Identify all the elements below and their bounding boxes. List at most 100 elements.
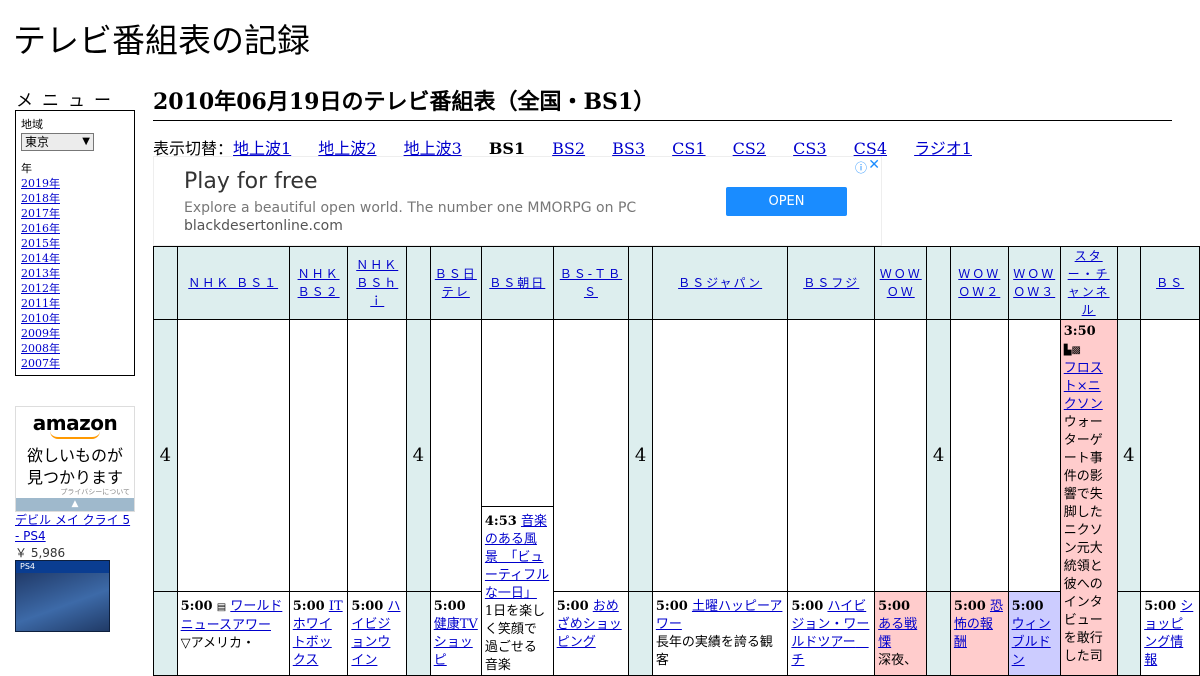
channel-header[interactable]: ＮＨＫ ＢＳ１ [188, 276, 278, 290]
year-link[interactable]: 2012年 [21, 282, 60, 295]
empty-slot [949, 318, 1009, 593]
year-link[interactable]: 2007年 [21, 357, 60, 370]
site-title: テレビ番組表の記録 [13, 21, 310, 60]
program-time: 5:00 [1011, 599, 1044, 615]
menu-panel: 地域 東京 ▼ 年 2019年 2018年 2017年 2016年 2015年 … [15, 110, 135, 376]
chevron-up-icon[interactable]: ▲ [16, 498, 134, 511]
year-link[interactable]: 2013年 [21, 267, 60, 280]
program-cell: 5:00 ある戦慄 深夜、 [874, 591, 928, 676]
hour-cell: 4 [153, 318, 178, 593]
program-desc: ▽アメリカ・ [180, 636, 255, 652]
region-select[interactable]: 東京 ▼ [21, 133, 94, 151]
program-time: 5:00 [292, 599, 325, 615]
empty-slot [787, 318, 876, 593]
region-value: 東京 [25, 135, 50, 149]
hour-cell: 4 [926, 318, 951, 593]
menu-title: メニュー [16, 91, 120, 111]
program-title[interactable]: ある戦慄 [878, 617, 917, 650]
channel-header[interactable]: スター・チャンネル [1068, 249, 1110, 317]
channel-header[interactable]: ＮＨＫ ＢＳｈｉ [356, 258, 398, 308]
page-heading: 2010年06月19日のテレビ番組表（全国・BS1） [153, 84, 1172, 121]
hour-row: 4 4 4 4 3:50 ▙▩ フロスト×ニクソン ウォーターゲート事件の影響で… [153, 318, 1200, 676]
program-desc: 深夜、 [878, 653, 918, 669]
year-link[interactable]: 2011年 [21, 297, 60, 310]
region-label: 地域 [21, 118, 43, 131]
stereo-icon: ▩ [1071, 345, 1081, 356]
hour-cell: 4 [1116, 318, 1142, 593]
channel-header[interactable]: ＷＯＷＯＷ [880, 267, 922, 299]
year-link[interactable]: 2010年 [21, 312, 60, 325]
channel-header[interactable]: ＢＳフジ [803, 276, 859, 290]
program-desc: 長年の実績を誇る観客 [655, 635, 773, 669]
program-cell: 5:00 土曜ハッピーアワー 長年の実績を誇る観客 [651, 591, 789, 676]
year-link[interactable]: 2008年 [21, 342, 60, 355]
hour-header-cell [406, 246, 431, 320]
product-name-link[interactable]: デビル メイ クライ 5 - PS4 [15, 512, 137, 544]
empty-slot [874, 318, 928, 593]
program-desc: ウォーターゲート事件の影響で失脚したニクソン元大統領と彼へのインタビューを敢行し… [1063, 415, 1103, 664]
close-icon[interactable]: ✕ [868, 157, 880, 173]
year-link[interactable]: 2017年 [21, 207, 60, 220]
program-title[interactable]: ウィンブルドン [1012, 617, 1051, 668]
program-cell: 5:00 健康TVショッピ [429, 591, 482, 676]
ps4-label: PS4 [16, 561, 109, 573]
amazon-message-line1: 欲しいものが [26, 446, 123, 465]
empty-slot [1140, 318, 1200, 593]
empty-slot [552, 318, 630, 593]
program-time: 5:00 [1144, 599, 1177, 615]
program-cell: 5:00 おめざめショッピング [552, 591, 630, 676]
year-link[interactable]: 2016年 [21, 222, 60, 235]
channel-header[interactable]: ＢＳ朝日 [489, 276, 545, 290]
hour-cell [1116, 591, 1142, 676]
year-link[interactable]: 2019年 [21, 177, 60, 190]
channel-header[interactable]: ＢＳ [1156, 276, 1184, 290]
channel-header[interactable]: ＮＨＫ ＢＳ２ [298, 267, 340, 299]
program-cell: 3:50 ▙▩ フロスト×ニクソン ウォーターゲート事件の影響で失脚したニクソン… [1059, 319, 1118, 676]
year-link[interactable]: 2014年 [21, 252, 60, 265]
switch-link[interactable]: ラジオ1 [914, 139, 972, 158]
channel-header[interactable]: ＢＳ日テレ [435, 267, 477, 299]
year-link[interactable]: 2009年 [21, 327, 60, 340]
product-image[interactable]: PS4 [15, 560, 110, 632]
empty-slot [288, 318, 349, 593]
amazon-logo: amazon [32, 411, 118, 435]
year-link[interactable]: 2018年 [21, 192, 60, 205]
program-time: 5:00 [655, 599, 688, 615]
year-link[interactable]: 2015年 [21, 237, 60, 250]
channel-header[interactable]: ＷＯＷＯＷ２ [958, 267, 1000, 299]
program-cell: 5:00 ハイビジョン・ワールドツアー チ [787, 591, 876, 676]
program-cell: 5:00 ウィンブルドン [1007, 591, 1061, 676]
program-cell: 5:00 ショッピング情報 [1140, 591, 1200, 676]
program-cell: 4:53 音楽のある風景 「ビューティフルな一日」 1日を楽しく笑顔で過ごせる音… [480, 506, 554, 676]
program-cell: 5:00 恐怖の報酬 [949, 591, 1009, 676]
empty-slot [176, 318, 290, 593]
hour-header-cell [153, 246, 178, 320]
hour-header-cell [926, 246, 951, 320]
amazon-ad[interactable]: amazon 欲しいものが 見つかります プライバシーについて ▲ [15, 406, 135, 512]
empty-slot [651, 318, 789, 593]
channel-header[interactable]: ＷＯＷＯＷ３ [1013, 267, 1055, 299]
ad-info-icon[interactable]: ⓘ [855, 159, 867, 176]
program-title[interactable]: 健康TVショッピ [434, 617, 478, 668]
hour-cell [628, 591, 653, 676]
hour-header-cell [1116, 246, 1142, 320]
data-broadcast-icon: ▤ [216, 602, 227, 614]
empty-slot [429, 318, 482, 593]
channel-header[interactable]: ＢＳジャパン [678, 276, 762, 290]
program-title[interactable]: フロスト×ニクソン [1064, 361, 1103, 412]
program-cell: 5:00 ハイビジョンウイン [347, 591, 408, 676]
channel-header-row: ＮＨＫ ＢＳ１ ＮＨＫ ＢＳ２ ＮＨＫ ＢＳｈｉ ＢＳ日テレ ＢＳ朝日 ＢＳ-Ｔ… [153, 246, 1200, 320]
ad-title: Play for free [184, 169, 318, 194]
program-time: 5:00 [351, 599, 384, 615]
privacy-link[interactable]: プライバシーについて [60, 487, 130, 497]
chevron-down-icon: ▼ [82, 136, 90, 147]
hour-cell: 4 [628, 318, 653, 593]
amazon-message-line2: 見つかります [26, 468, 123, 487]
ad-description: Explore a beautiful open world. The numb… [184, 200, 637, 216]
banner-ad[interactable]: Play for free Explore a beautiful open w… [153, 156, 882, 246]
channel-header[interactable]: ＢＳ-ＴＢＳ [560, 267, 622, 299]
hour-header-cell [628, 246, 653, 320]
amazon-message: 欲しいものが 見つかります [16, 445, 134, 489]
program-time: 5:00 [433, 599, 466, 615]
ad-open-button[interactable]: OPEN [726, 187, 847, 216]
